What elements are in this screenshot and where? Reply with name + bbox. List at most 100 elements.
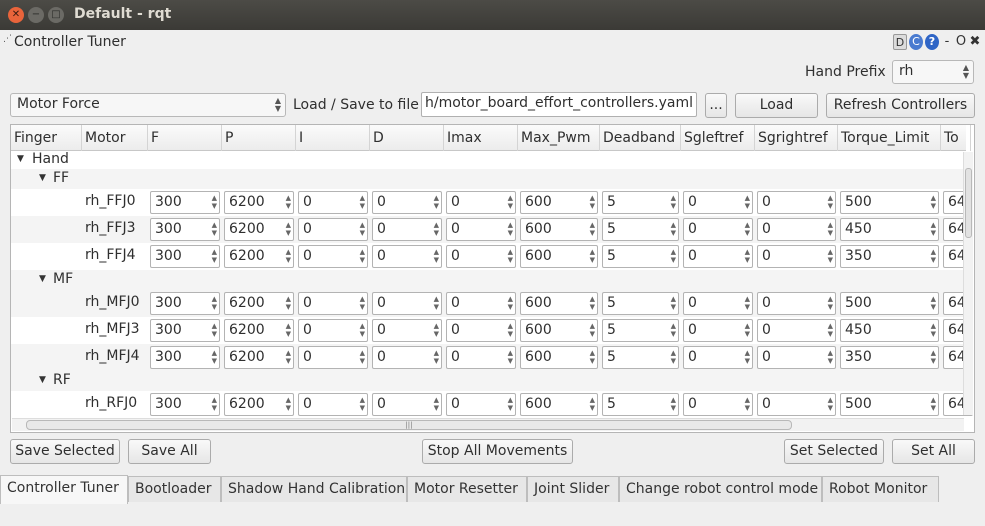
spin-arrows-icon[interactable]: ▲ ▼ <box>828 248 833 264</box>
value-spinbox[interactable]: 0 ▲ ▼ <box>446 319 516 342</box>
spin-arrows-icon[interactable]: ▲ ▼ <box>745 396 750 412</box>
spin-arrows-icon[interactable]: ▲ ▼ <box>671 349 676 365</box>
spin-arrows-icon[interactable]: ▲ ▼ <box>828 349 833 365</box>
set-all-button[interactable]: Set All <box>892 439 975 464</box>
spin-arrows-icon[interactable]: ▲ ▼ <box>286 248 291 264</box>
value-spinbox[interactable]: 0 ▲ ▼ <box>372 218 442 241</box>
spin-arrows-icon[interactable]: ▲ ▼ <box>828 221 833 237</box>
spin-arrows-icon[interactable]: ▲ ▼ <box>508 349 513 365</box>
value-spinbox[interactable]: 300 ▲ ▼ <box>150 191 220 214</box>
spin-arrows-icon[interactable]: ▲ ▼ <box>590 396 595 412</box>
column-header-max-pwm[interactable]: Max_Pwm <box>518 125 600 151</box>
expand-triangle-icon[interactable]: ▼ <box>39 274 46 284</box>
column-header-d[interactable]: D <box>370 125 444 151</box>
spin-arrows-icon[interactable]: ▲ ▼ <box>828 396 833 412</box>
spin-arrows-icon[interactable]: ▲ ▼ <box>931 295 936 311</box>
spin-arrows-icon[interactable]: ▲ ▼ <box>745 349 750 365</box>
spin-arrows-icon[interactable]: ▲ ▼ <box>434 349 439 365</box>
value-spinbox[interactable]: 0 ▲ ▼ <box>683 393 753 416</box>
value-spinbox[interactable]: 0 ▲ ▼ <box>683 346 753 369</box>
value-spinbox[interactable]: 6200 ▲ ▼ <box>224 218 294 241</box>
value-spinbox[interactable]: 0 ▲ ▼ <box>298 346 368 369</box>
value-spinbox[interactable]: 6200 ▲ ▼ <box>224 319 294 342</box>
expand-triangle-icon[interactable]: ▼ <box>39 173 46 183</box>
value-spinbox[interactable]: 600 ▲ ▼ <box>520 191 598 214</box>
value-spinbox[interactable]: 0 ▲ ▼ <box>683 218 753 241</box>
spin-arrows-icon[interactable]: ▲ ▼ <box>590 221 595 237</box>
spin-arrows-icon[interactable]: ▲ ▼ <box>286 396 291 412</box>
spin-arrows-icon[interactable]: ▲ ▼ <box>745 322 750 338</box>
value-spinbox[interactable]: 0 ▲ ▼ <box>757 218 836 241</box>
controller-table[interactable]: Finger Motor F P I D Imax Max_Pwm Deadband Sgleft… <box>10 124 975 433</box>
spin-arrows-icon[interactable]: ▲ ▼ <box>590 194 595 210</box>
tree-group-row[interactable]: ▼ RF <box>11 371 963 391</box>
spin-arrows-icon[interactable]: ▲ ▼ <box>508 194 513 210</box>
set-selected-button[interactable]: Set Selected <box>784 439 884 464</box>
value-spinbox[interactable]: 600 ▲ ▼ <box>520 245 598 268</box>
spin-arrows-icon[interactable]: ▲ ▼ <box>286 349 291 365</box>
value-spinbox[interactable]: 0 ▲ ▼ <box>372 346 442 369</box>
value-spinbox[interactable]: 0 ▲ ▼ <box>446 346 516 369</box>
value-spinbox[interactable]: 5 ▲ ▼ <box>602 346 679 369</box>
value-spinbox[interactable]: 5 ▲ ▼ <box>602 319 679 342</box>
value-spinbox[interactable]: 300 ▲ ▼ <box>150 319 220 342</box>
column-header-i[interactable]: I <box>296 125 370 151</box>
spin-arrows-icon[interactable]: ▲ ▼ <box>360 221 365 237</box>
spin-arrows-icon[interactable]: ▲ ▼ <box>212 349 217 365</box>
value-spinbox[interactable]: 6200 ▲ ▼ <box>224 245 294 268</box>
dock-icon[interactable]: D <box>893 34 907 50</box>
table-row[interactable]: rh_MFJ4 300 ▲ ▼ 6200 ▲ ▼ 0 ▲ ▼ 0 ▲ ▼ 0 ▲ ▼ 600 ▲ ▼ 5 ▲ ▼ 0 ▲ ▼ 0 ▲… <box>11 344 973 371</box>
browse-button[interactable]: ... <box>705 93 727 118</box>
value-spinbox[interactable]: 350 ▲ ▼ <box>840 245 939 268</box>
value-spinbox[interactable]: 500 ▲ ▼ <box>840 393 939 416</box>
expand-triangle-icon[interactable]: ▼ <box>39 375 46 385</box>
spin-arrows-icon[interactable]: ▲ ▼ <box>508 295 513 311</box>
spin-arrows-icon[interactable]: ▲ ▼ <box>671 295 676 311</box>
value-spinbox[interactable]: 300 ▲ ▼ <box>150 393 220 416</box>
spin-arrows-icon[interactable]: ▲ ▼ <box>931 396 936 412</box>
float-plugin-icon[interactable]: O <box>955 34 967 50</box>
value-spinbox[interactable]: 450 ▲ ▼ <box>840 319 939 342</box>
value-spinbox[interactable]: 0 ▲ ▼ <box>298 191 368 214</box>
file-path-input[interactable]: h/motor_board_effort_controllers.yaml <box>421 92 697 117</box>
value-spinbox[interactable]: 500 ▲ ▼ <box>840 191 939 214</box>
spin-arrows-icon[interactable]: ▲ ▼ <box>286 194 291 210</box>
spin-arrows-icon[interactable]: ▲ ▼ <box>828 322 833 338</box>
value-spinbox[interactable]: 0 ▲ ▼ <box>298 319 368 342</box>
value-spinbox[interactable]: 6200 ▲ ▼ <box>224 191 294 214</box>
spin-arrows-icon[interactable]: ▲ ▼ <box>931 221 936 237</box>
value-spinbox[interactable]: 0 ▲ ▼ <box>683 245 753 268</box>
spin-arrows-icon[interactable]: ▲ ▼ <box>286 322 291 338</box>
value-spinbox[interactable]: 0 ▲ ▼ <box>757 393 836 416</box>
column-header-to[interactable]: To <box>941 125 971 151</box>
value-spinbox[interactable]: 0 ▲ ▼ <box>298 393 368 416</box>
value-spinbox[interactable]: 0 ▲ ▼ <box>683 292 753 315</box>
value-spinbox[interactable]: 450 ▲ ▼ <box>840 218 939 241</box>
value-spinbox[interactable]: 0 ▲ ▼ <box>372 245 442 268</box>
value-spinbox[interactable]: 350 ▲ ▼ <box>840 346 939 369</box>
spin-arrows-icon[interactable]: ▲ ▼ <box>745 248 750 264</box>
tab-bootloader[interactable]: Bootloader <box>128 476 221 502</box>
spin-arrows-icon[interactable]: ▲ ▼ <box>671 322 676 338</box>
value-spinbox[interactable]: 600 ▲ ▼ <box>520 346 598 369</box>
value-spinbox[interactable]: 0 ▲ ▼ <box>757 346 836 369</box>
spin-arrows-icon[interactable]: ▲ ▼ <box>508 322 513 338</box>
value-spinbox[interactable]: 300 ▲ ▼ <box>150 218 220 241</box>
value-spinbox[interactable]: 0 ▲ ▼ <box>446 218 516 241</box>
spin-arrows-icon[interactable]: ▲ ▼ <box>590 349 595 365</box>
spin-arrows-icon[interactable]: ▲ ▼ <box>212 322 217 338</box>
spin-arrows-icon[interactable]: ▲ ▼ <box>828 295 833 311</box>
value-spinbox[interactable]: 600 ▲ ▼ <box>520 292 598 315</box>
spin-arrows-icon[interactable]: ▲ ▼ <box>508 248 513 264</box>
horizontal-scroll-thumb[interactable]: ||| <box>26 420 792 430</box>
column-header-motor[interactable]: Motor <box>82 125 148 151</box>
value-spinbox[interactable]: 5 ▲ ▼ <box>602 292 679 315</box>
vertical-scrollbar[interactable] <box>963 152 973 415</box>
spin-arrows-icon[interactable]: ▲ ▼ <box>590 295 595 311</box>
value-spinbox[interactable]: 0 ▲ ▼ <box>372 393 442 416</box>
value-spinbox[interactable]: 600 ▲ ▼ <box>520 393 598 416</box>
spin-arrows-icon[interactable]: ▲ ▼ <box>360 194 365 210</box>
spin-arrows-icon[interactable]: ▲ ▼ <box>434 221 439 237</box>
spin-arrows-icon[interactable]: ▲ ▼ <box>508 396 513 412</box>
value-spinbox[interactable]: 300 ▲ ▼ <box>150 346 220 369</box>
